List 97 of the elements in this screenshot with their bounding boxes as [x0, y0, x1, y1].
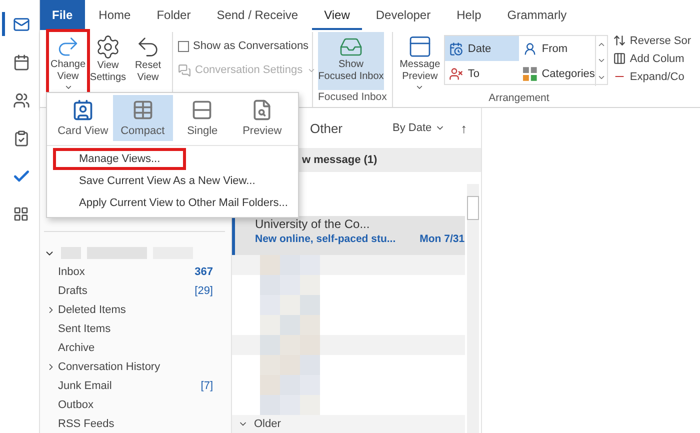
- folder-item[interactable]: Inbox 367: [44, 263, 225, 282]
- blurred-content: [280, 394, 300, 415]
- folder-name: Inbox: [58, 266, 86, 278]
- blurred-content: [300, 314, 320, 335]
- folder-name: Sent Items: [58, 323, 112, 336]
- folder-item[interactable]: Drafts [29]: [44, 282, 225, 301]
- message-item[interactable]: University of the Co... New online, self-paced stu... Mon 7/31: [232, 216, 465, 255]
- blurred-content: [260, 314, 280, 335]
- folder-count: 367: [194, 266, 214, 278]
- ribbon-tab[interactable]: Developer: [364, 0, 443, 30]
- tasks-icon: [12, 130, 30, 146]
- blurred-content: [260, 374, 280, 395]
- view-option[interactable]: Compact: [112, 95, 172, 141]
- blurred-content: [260, 254, 280, 275]
- blurred-content: [260, 294, 280, 315]
- view-option[interactable]: Preview: [232, 95, 292, 141]
- sort-direction-button[interactable]: ↑: [460, 120, 468, 136]
- folder-item[interactable]: Junk Email [7]: [44, 376, 225, 396]
- ribbon-button[interactable]: Reset View: [129, 32, 167, 92]
- focused-inbox-button[interactable]: Show Focused Inbox: [318, 32, 384, 90]
- sort-dropdown[interactable]: By Date: [392, 122, 445, 134]
- folder-count: [7]: [200, 380, 214, 392]
- view-option[interactable]: Card View: [53, 95, 113, 141]
- blurred-content: [260, 334, 280, 355]
- folder-name: Outbox: [58, 398, 94, 411]
- blurred-content: [300, 254, 320, 275]
- blurred-content: [300, 274, 320, 295]
- folder-name: Deleted Items: [58, 304, 127, 316]
- ribbon-tab[interactable]: Send / Receive: [204, 0, 310, 30]
- person-icon: [522, 42, 537, 56]
- ribbon-tab[interactable]: Folder: [144, 0, 203, 30]
- menu-item[interactable]: Apply Current View to Other Mail Folders...: [53, 192, 314, 214]
- folder-name: Conversation History: [58, 360, 162, 373]
- blurred-content: [300, 294, 320, 315]
- folder-item[interactable]: Conversation History: [44, 357, 225, 376]
- menu-item[interactable]: Save Current View As a New View...: [53, 170, 282, 192]
- ribbon-command[interactable]: Add Colum: [612, 50, 692, 67]
- folder-name: Drafts: [58, 285, 88, 298]
- rows-icon: [191, 99, 214, 121]
- folder-item[interactable]: Archive: [44, 338, 225, 358]
- ribbon-tab[interactable]: View: [312, 0, 362, 30]
- people-icon: [12, 92, 30, 108]
- blurred-content: [260, 274, 280, 295]
- ribbon-button[interactable]: Change View: [49, 32, 87, 92]
- sort-arrows-icon: [612, 34, 626, 47]
- view-option[interactable]: Single: [172, 95, 232, 141]
- blurred-content: [300, 374, 320, 395]
- blurred-content: [260, 394, 280, 415]
- categories-icon: [522, 66, 537, 80]
- checkbox-box[interactable]: [178, 40, 189, 52]
- ribbon-command[interactable]: Reverse Sor: [612, 32, 692, 49]
- file-tab[interactable]: File: [40, 0, 85, 30]
- ribbon-button[interactable]: View Settings: [89, 32, 127, 92]
- blurred-content: [300, 394, 320, 415]
- message-subject: New online, self-paced stu...: [255, 233, 396, 246]
- ribbon-command[interactable]: Expand/Co: [612, 68, 692, 85]
- arrangement-option[interactable]: Categories: [518, 61, 595, 86]
- settings-icon: [95, 34, 121, 60]
- folder-name: Junk Email: [58, 380, 113, 392]
- message-sender: University of the Co...: [255, 217, 371, 232]
- folder-count: [29]: [194, 285, 214, 298]
- blurred-account-name: [87, 247, 147, 260]
- ribbon-tab[interactable]: Help: [444, 0, 494, 30]
- scrollbar[interactable]: [467, 184, 479, 433]
- checkbox[interactable]: Show as Conversations: [178, 34, 309, 58]
- blurred-content: [260, 354, 280, 375]
- folder-item[interactable]: RSS Feeds: [44, 414, 225, 433]
- group-label: Arrangement: [488, 92, 550, 106]
- folder-item[interactable]: Deleted Items: [44, 300, 225, 320]
- columns-icon: [612, 52, 626, 65]
- group-label: Focused Inbox: [318, 91, 387, 105]
- menu-item[interactable]: Manage Views...: [53, 148, 186, 170]
- blurred-content: [300, 354, 320, 375]
- calendar-clock-icon: [448, 42, 463, 56]
- folder-name: Archive: [58, 342, 96, 354]
- calendar-icon: [12, 54, 30, 70]
- checkbox-label: Show as Conversations: [193, 40, 309, 52]
- ribbon-tab[interactable]: Grammarly: [495, 0, 579, 30]
- message-date: Mon 7/31: [420, 233, 465, 246]
- arrangement-option[interactable]: To: [444, 61, 519, 86]
- group-label: Older: [254, 418, 281, 430]
- message-preview-button[interactable]: Message Preview: [398, 32, 442, 92]
- filter-tab[interactable]: Other: [310, 120, 343, 136]
- person-icon: [448, 66, 463, 80]
- folder-name: RSS Feeds: [58, 418, 116, 430]
- mail-icon: [12, 16, 30, 32]
- ribbon-tab[interactable]: Home: [86, 0, 143, 30]
- group-header[interactable]: Older: [232, 414, 465, 433]
- blurred-content: [300, 334, 320, 355]
- speech-bubbles-icon: [178, 64, 191, 76]
- arrangement-option[interactable]: Date: [444, 36, 519, 61]
- contact-card-icon: [72, 99, 94, 121]
- table-icon: [132, 99, 154, 121]
- apps-icon: [13, 206, 29, 222]
- folder-item[interactable]: Outbox: [44, 395, 225, 414]
- folder-item[interactable]: Sent Items: [44, 320, 225, 339]
- arrangement-option[interactable]: From: [518, 36, 595, 61]
